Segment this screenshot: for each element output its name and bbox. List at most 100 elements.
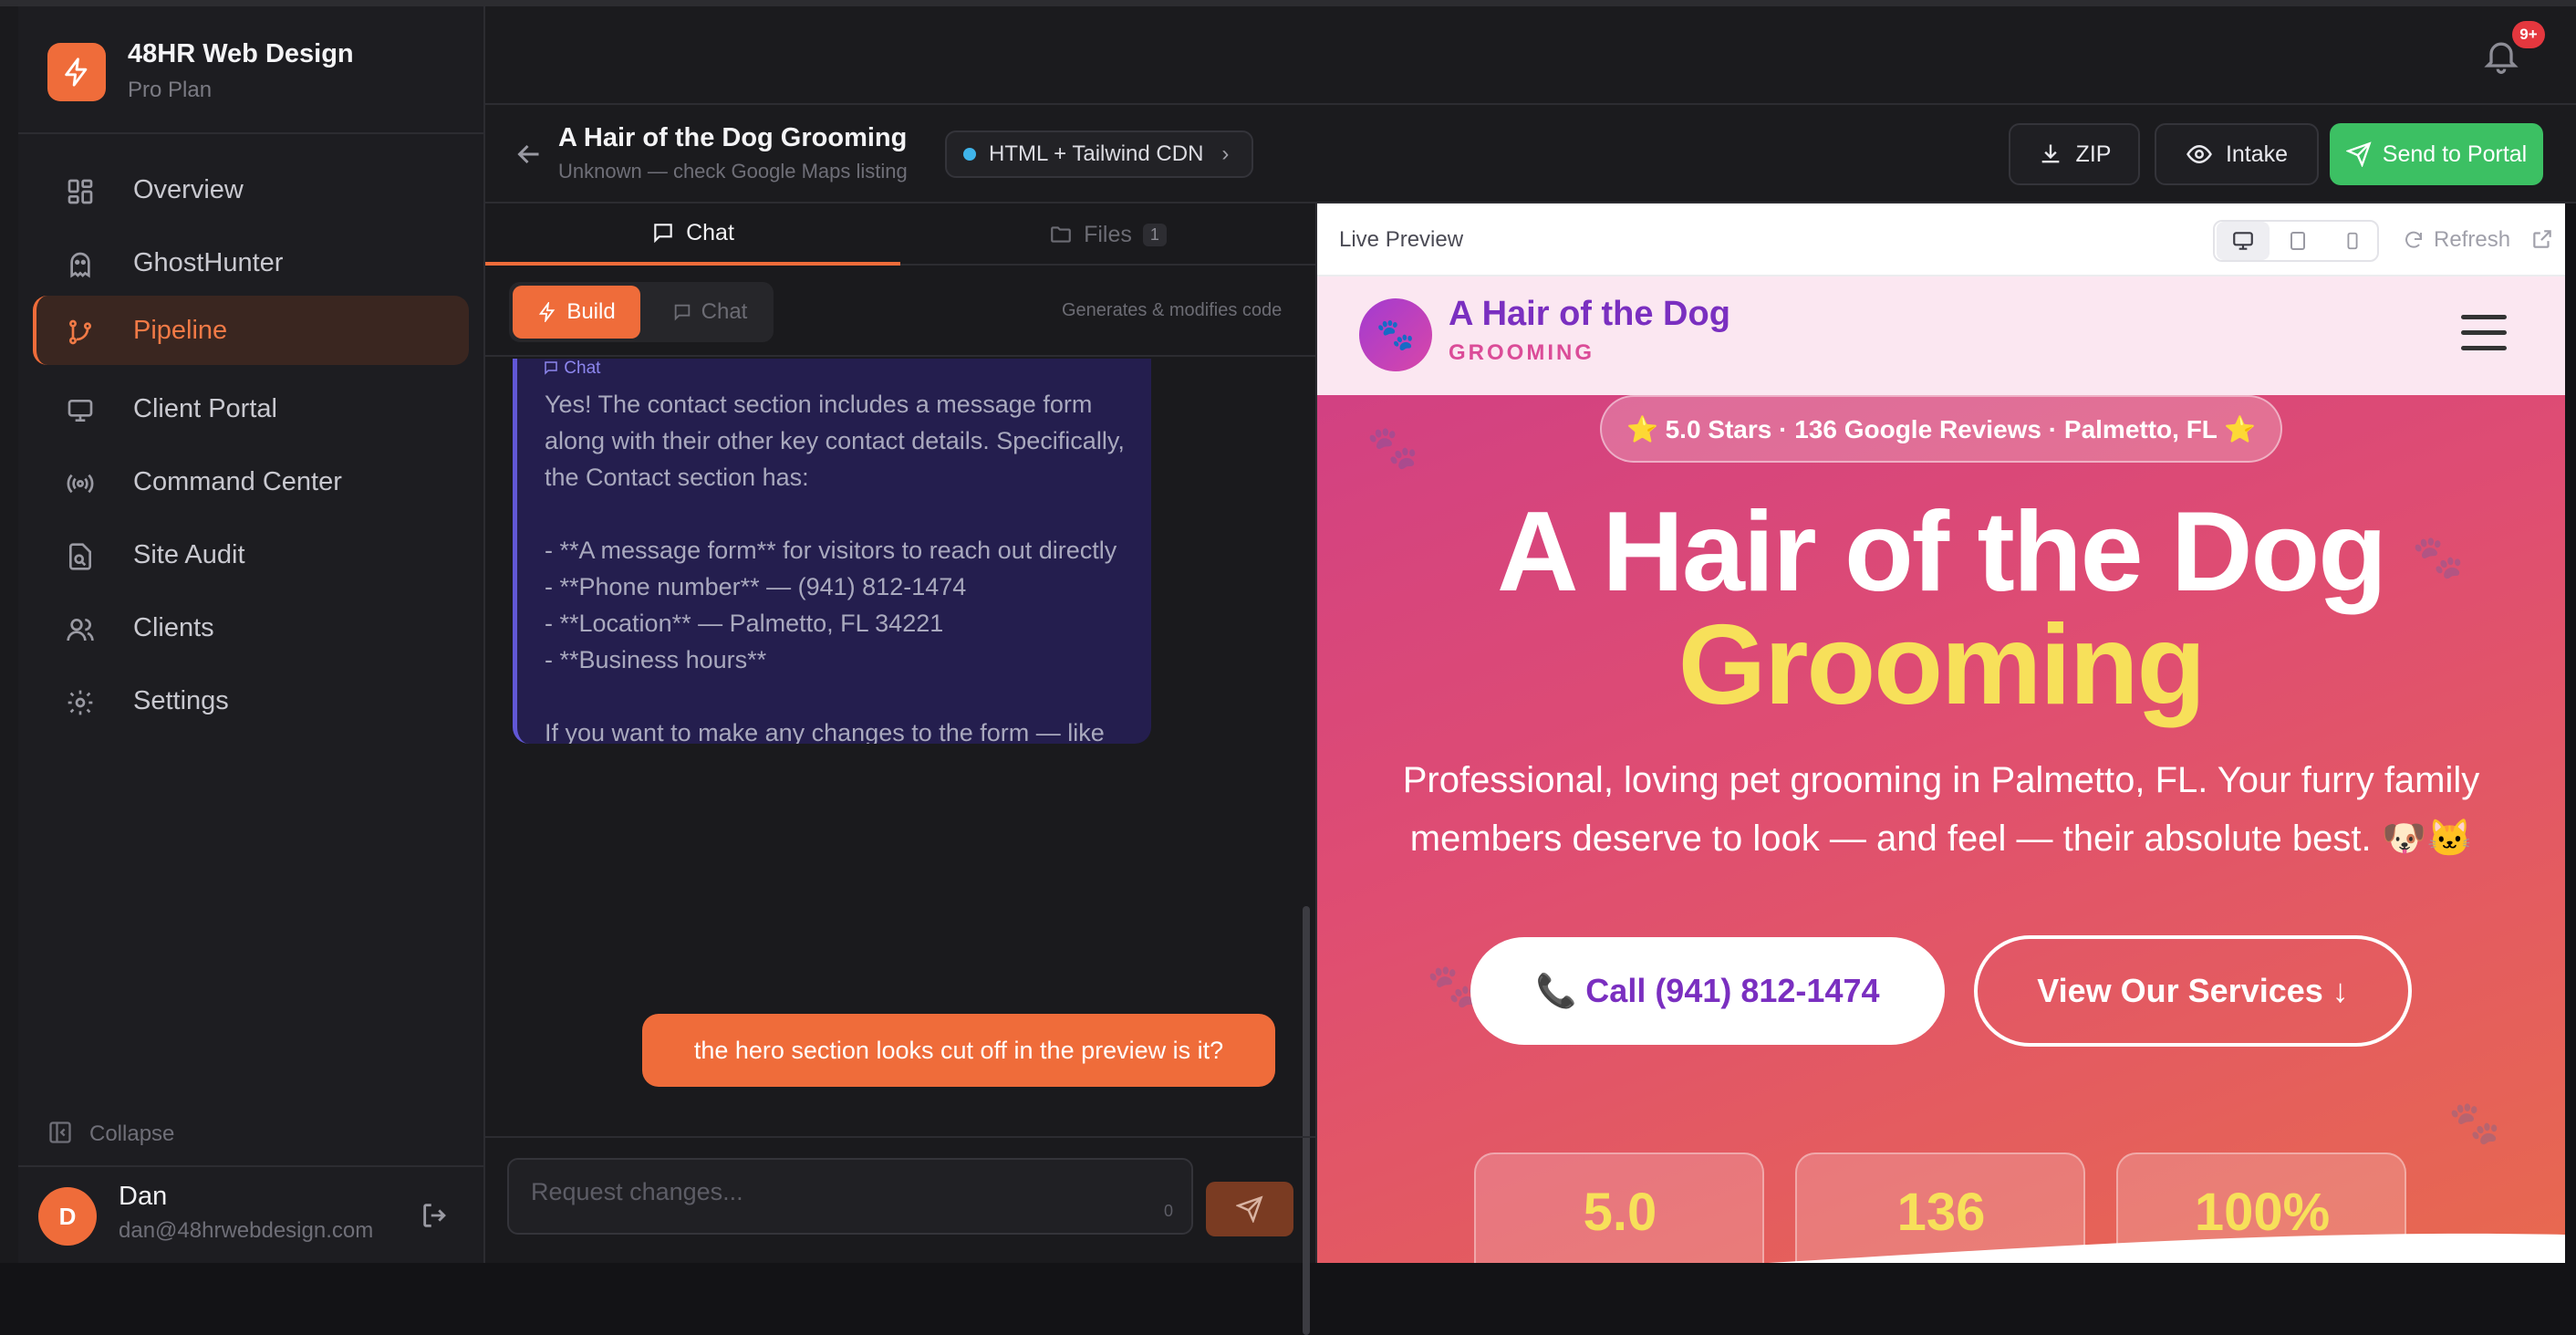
ghost-icon	[70, 252, 90, 278]
assistant-message: Chat Yes! The contact section includes a…	[513, 359, 1151, 744]
preview-site: 🐾 🐾 🐾 🐾 🐾 A Hair of the Dog GROOMING ⭐ 5…	[1317, 276, 2565, 1263]
mode-hint: Generates & modifies code	[1062, 300, 1283, 320]
preview-toolbar: Live Preview Refresh	[1317, 203, 2565, 276]
intake-label: Intake	[2225, 141, 2289, 167]
sidebar-item-label: Site Audit	[133, 540, 245, 569]
app-window: 48HR Web Design Pro Plan Overview GhostH…	[0, 0, 2576, 1335]
site-logo[interactable]: 🐾	[1359, 298, 1432, 371]
stack-selector[interactable]: HTML + Tailwind CDN ›	[945, 130, 1253, 178]
site-brand-sub: GROOMING	[1449, 340, 1594, 365]
sidebar-item-label: Client Portal	[133, 394, 277, 423]
notification-badge: 9+	[2512, 21, 2545, 48]
stack-label: HTML + Tailwind CDN	[989, 141, 1204, 166]
sidebar-item-site-audit[interactable]: Site Audit	[33, 520, 469, 589]
monitor-icon	[68, 400, 93, 422]
mode-chat-label: Chat	[701, 299, 748, 324]
send-icon	[2345, 141, 2372, 167]
refresh-label: Refresh	[2434, 227, 2511, 252]
wave-divider	[1768, 1233, 2565, 1263]
grid-icon	[68, 179, 93, 204]
sidebar-collapse-icon	[49, 1121, 71, 1143]
project-header: A Hair of the Dog Grooming Unknown — che…	[485, 105, 2576, 203]
send-icon	[1236, 1195, 1263, 1223]
broadcast-icon	[67, 474, 94, 494]
call-button[interactable]: 📞 Call (941) 812-1474	[1470, 937, 1945, 1045]
brand-name: 48HR Web Design	[128, 39, 354, 68]
tab-files[interactable]: Files 1	[900, 203, 1315, 266]
paw-decoration: 🐾	[2448, 1099, 2501, 1146]
project-subtitle: Unknown — check Google Maps listing	[558, 160, 908, 183]
sidebar-item-overview[interactable]: Overview	[33, 155, 469, 224]
refresh-icon	[2405, 231, 2422, 248]
send-to-portal-button[interactable]: Send to Portal	[2330, 123, 2543, 185]
hero-subtitle: Professional, loving pet grooming in Pal…	[1402, 760, 2480, 859]
preview-title: Live Preview	[1339, 227, 1464, 252]
zip-label: ZIP	[2075, 141, 2112, 167]
project-title: A Hair of the Dog Grooming	[558, 123, 908, 152]
sidebar-item-command-center[interactable]: Command Center	[33, 447, 469, 516]
user-profile: D Dan dan@48hrwebdesign.com	[18, 1165, 483, 1263]
monitor-icon	[2233, 232, 2253, 250]
bolt-icon[interactable]	[47, 43, 106, 101]
tab-chat[interactable]: Chat	[485, 203, 900, 266]
hero-title-line2: Grooming	[1678, 602, 2206, 728]
folder-icon	[1051, 226, 1071, 243]
sidebar-item-pipeline[interactable]: Pipeline	[33, 296, 469, 365]
user-email: dan@48hrwebdesign.com	[119, 1218, 374, 1243]
site-brand-name[interactable]: A Hair of the Dog	[1449, 295, 1730, 334]
panel-tabs: Chat Files 1	[485, 203, 1315, 266]
desktop-view-button[interactable]	[2217, 222, 2270, 260]
back-arrow-icon[interactable]	[513, 138, 545, 171]
user-message: the hero section looks cut off in the pr…	[642, 1014, 1275, 1087]
send-message-button[interactable]	[1206, 1182, 1293, 1236]
message-icon	[545, 361, 557, 375]
request-input[interactable]: Request changes...	[507, 1158, 1193, 1235]
message-mode-tag: Chat	[543, 359, 600, 379]
view-services-button[interactable]: View Our Services ↓	[1974, 935, 2412, 1047]
message-icon	[674, 304, 690, 321]
collapse-label: Collapse	[89, 1121, 175, 1146]
sidebar-item-ghosthunter[interactable]: GhostHunter	[33, 228, 469, 297]
chat-scrollbar[interactable]	[1303, 906, 1310, 1335]
avatar[interactable]: D	[38, 1187, 97, 1246]
sidebar-item-label: GhostHunter	[133, 248, 284, 277]
external-link-icon[interactable]	[2530, 227, 2554, 251]
user-name: Dan	[119, 1182, 168, 1211]
sidebar-item-client-portal[interactable]: Client Portal	[33, 374, 469, 443]
char-count: 0	[1164, 1202, 1174, 1220]
site-navbar: 🐾 A Hair of the Dog GROOMING	[1317, 276, 2565, 395]
window-top-edge	[0, 0, 2576, 6]
users-icon	[67, 619, 94, 641]
intake-button[interactable]: Intake	[2155, 123, 2319, 185]
stack-dot	[963, 148, 976, 161]
assistant-message-text: Yes! The contact section includes a mess…	[545, 391, 1125, 744]
sidebar: 48HR Web Design Pro Plan Overview GhostH…	[18, 6, 485, 1263]
chevron-right-icon: ›	[1221, 141, 1230, 166]
live-preview-panel: Live Preview Refresh 🐾 🐾 🐾 🐾 🐾 A Hair of…	[1317, 203, 2565, 1263]
hamburger-menu-icon[interactable]	[2461, 315, 2507, 361]
refresh-button[interactable]: Refresh	[2403, 227, 2510, 253]
mode-chat-button[interactable]: Chat	[649, 286, 770, 339]
top-bar: 9+	[485, 6, 2576, 105]
file-search-icon	[69, 543, 91, 570]
sidebar-item-settings[interactable]: Settings	[33, 666, 469, 735]
hero-title-line1: A Hair of the Dog	[1496, 489, 2387, 615]
download-icon	[2041, 144, 2059, 163]
message-icon	[654, 224, 672, 244]
mobile-view-button[interactable]	[2326, 222, 2379, 260]
sidebar-item-clients[interactable]: Clients	[33, 593, 469, 662]
paw-decoration: 🐾	[1366, 423, 1419, 471]
zip-button[interactable]: ZIP	[2009, 123, 2140, 185]
window-left-edge	[0, 6, 18, 1263]
tablet-icon	[2290, 232, 2305, 250]
bolt-icon	[539, 302, 556, 322]
brand-header: 48HR Web Design Pro Plan	[18, 6, 483, 134]
phone-icon	[2347, 232, 2358, 250]
eye-icon	[2186, 144, 2212, 164]
logout-icon[interactable]	[420, 1200, 451, 1231]
collapse-button[interactable]: Collapse	[47, 1120, 174, 1152]
tablet-view-button[interactable]	[2271, 222, 2324, 260]
mode-build-button[interactable]: Build	[513, 286, 640, 339]
sidebar-item-label: Clients	[133, 613, 214, 642]
sidebar-item-label: Overview	[133, 175, 244, 204]
